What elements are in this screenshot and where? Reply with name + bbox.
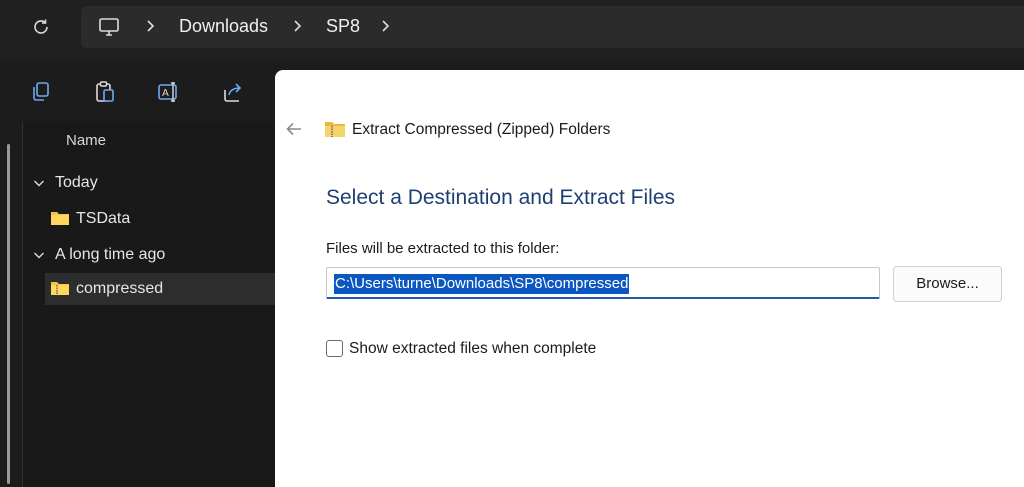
refresh-icon[interactable] <box>30 16 52 38</box>
chevron-right-icon[interactable] <box>143 19 157 33</box>
dialog-heading: Select a Destination and Extract Files <box>326 186 676 209</box>
share-icon[interactable] <box>221 80 245 104</box>
column-header-name[interactable]: Name <box>66 132 106 149</box>
breadcrumb-downloads[interactable]: Downloads <box>179 16 268 37</box>
group-label: Today <box>55 174 98 191</box>
chevron-right-icon[interactable] <box>378 19 392 33</box>
list-item-tsdata[interactable]: TSData <box>45 203 275 235</box>
destination-path-text: C:\Users\turne\Downloads\SP8\compressed <box>334 274 630 294</box>
address-bar-row: Downloads SP8 <box>0 0 1024 60</box>
file-list: Name Today TSData A long time ago compre… <box>23 122 275 487</box>
chevron-down-icon[interactable] <box>33 249 45 261</box>
extract-dialog: Extract Compressed (Zipped) Folders Sele… <box>275 70 1024 487</box>
command-toolbar: A <box>0 60 275 123</box>
zip-folder-icon <box>325 122 345 137</box>
file-name: compressed <box>76 280 164 297</box>
navigation-pane <box>0 122 23 487</box>
this-pc-icon[interactable] <box>98 16 120 38</box>
destination-path-input[interactable]: C:\Users\turne\Downloads\SP8\compressed <box>326 267 880 299</box>
chevron-right-icon[interactable] <box>290 19 304 33</box>
chevron-down-icon[interactable] <box>33 177 45 189</box>
address-bar[interactable]: Downloads SP8 <box>81 6 1024 48</box>
dialog-title: Extract Compressed (Zipped) Folders <box>352 121 611 138</box>
browse-button[interactable]: Browse... <box>893 266 1002 302</box>
copy-icon[interactable] <box>29 80 53 104</box>
show-extracted-files-label[interactable]: Show extracted files when complete <box>349 340 596 358</box>
nav-scrollbar[interactable] <box>7 144 10 484</box>
list-item-compressed[interactable]: compressed <box>45 273 275 305</box>
svg-text:A: A <box>162 88 169 99</box>
back-arrow-icon[interactable] <box>285 120 303 138</box>
zip-folder-icon <box>51 282 69 295</box>
show-extracted-files-checkbox[interactable] <box>326 340 343 357</box>
group-label: A long time ago <box>55 246 166 263</box>
file-name: TSData <box>76 210 131 227</box>
rename-icon[interactable]: A <box>157 80 181 104</box>
destination-label: Files will be extracted to this folder: <box>326 240 560 257</box>
breadcrumb-sp8[interactable]: SP8 <box>326 16 360 37</box>
folder-icon <box>51 212 69 225</box>
paste-icon[interactable] <box>93 80 117 104</box>
